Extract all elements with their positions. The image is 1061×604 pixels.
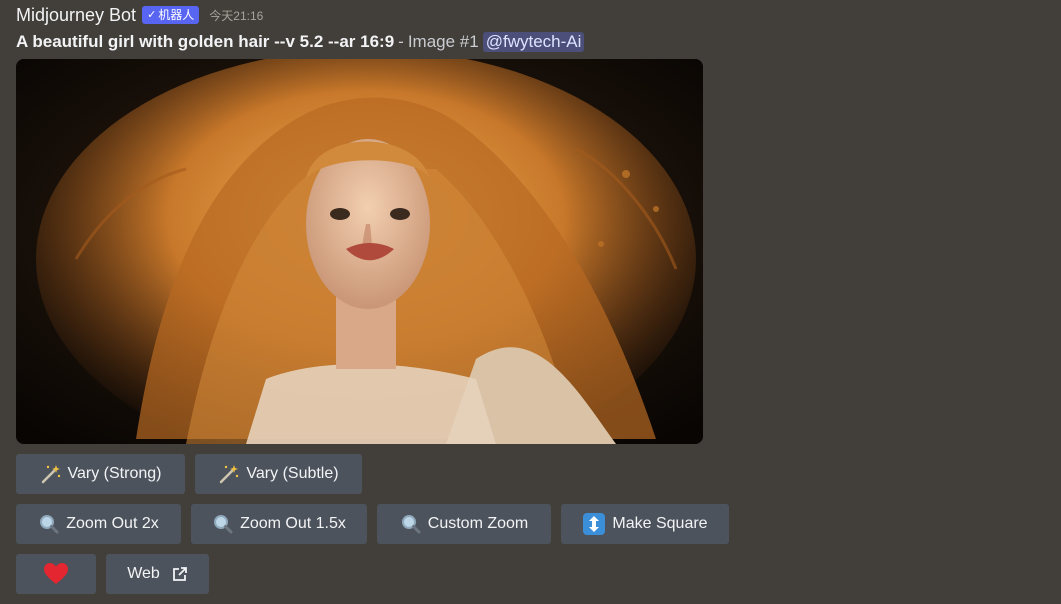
author-name[interactable]: Midjourney Bot — [16, 5, 136, 26]
custom-zoom-label: Custom Zoom — [427, 515, 529, 532]
external-link-icon — [172, 566, 188, 582]
zoom-out-1-5x-label: Zoom Out 1.5x — [240, 515, 346, 532]
image-label: Image #1 — [407, 32, 479, 51]
make-square-label: Make Square — [612, 515, 708, 532]
vary-strong-button[interactable]: Vary (Strong) — [16, 454, 185, 494]
zoom-out-2x-label: Zoom Out 2x — [66, 515, 159, 532]
user-mention[interactable]: @fwytech-Ai — [482, 32, 585, 52]
favorite-button[interactable] — [16, 554, 96, 594]
zoom-out-1-5x-button[interactable]: Zoom Out 1.5x — [191, 504, 367, 544]
prompt-text: A beautiful girl with golden hair --v 5.… — [16, 32, 395, 51]
heart-icon — [43, 562, 69, 586]
verified-check-icon: ✓ — [147, 9, 157, 21]
make-square-button[interactable]: Make Square — [561, 504, 729, 544]
bot-tag-label: 机器人 — [158, 8, 195, 22]
generated-image[interactable] — [16, 59, 703, 444]
vary-strong-label: Vary (Strong) — [67, 465, 162, 482]
bot-tag: ✓ 机器人 — [142, 6, 200, 24]
message-container: Midjourney Bot ✓ 机器人 今天21:16 A beautiful… — [0, 0, 1061, 604]
up-down-arrow-icon — [582, 512, 606, 536]
magnifier-icon — [38, 513, 60, 535]
custom-zoom-button[interactable]: Custom Zoom — [377, 504, 551, 544]
prompt-separator: - — [398, 32, 404, 51]
message-header: Midjourney Bot ✓ 机器人 今天21:16 — [16, 4, 263, 26]
vary-subtle-button[interactable]: Vary (Subtle) — [195, 454, 362, 494]
timestamp: 今天21:16 — [209, 8, 264, 23]
magic-wand-icon — [218, 463, 240, 485]
web-button[interactable]: Web — [106, 554, 209, 594]
vary-subtle-label: Vary (Subtle) — [246, 465, 339, 482]
web-label: Web — [127, 565, 160, 582]
magic-wand-icon — [40, 463, 62, 485]
zoom-out-2x-button[interactable]: Zoom Out 2x — [16, 504, 181, 544]
prompt-line: A beautiful girl with golden hair --v 5.… — [16, 31, 585, 53]
generated-image-art — [16, 59, 703, 444]
magnifier-icon — [400, 513, 422, 535]
magnifier-icon — [212, 513, 234, 535]
